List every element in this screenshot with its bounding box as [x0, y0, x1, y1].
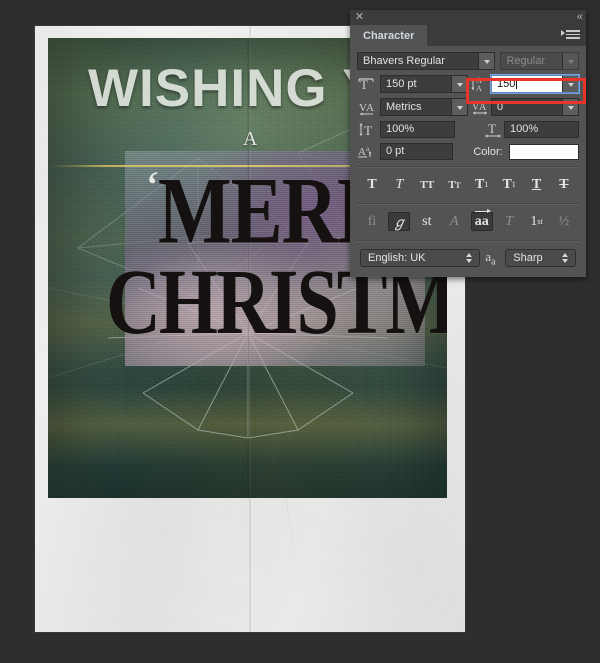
- swash-button[interactable]: A: [443, 212, 465, 231]
- vertical-scale-icon: T: [357, 122, 380, 137]
- svg-text:a: a: [366, 145, 370, 153]
- standard-ligatures-button[interactable]: fi: [361, 212, 383, 231]
- svg-text:A: A: [476, 84, 482, 92]
- discretionary-ligatures-button[interactable]: st: [416, 212, 438, 231]
- horizontal-scale-value[interactable]: 100%: [504, 121, 579, 138]
- size-leading-row: T 150 pt A A 150: [357, 74, 580, 94]
- font-size-combo[interactable]: 150 pt: [380, 75, 468, 93]
- font-style-value: Regular: [506, 55, 545, 67]
- kerning-icon: V A: [357, 100, 380, 115]
- stepper-arrows-icon[interactable]: [465, 252, 473, 264]
- artwork-article-text: A: [243, 128, 258, 150]
- panel-body: Bhavers Regular Regular T 150 pt A A 150…: [350, 46, 586, 277]
- superscript-button[interactable]: T1: [471, 175, 493, 194]
- ordinals-button[interactable]: 1st: [526, 212, 548, 231]
- subscript-button[interactable]: T1: [498, 175, 520, 194]
- character-panel[interactable]: ✕ « Character Bhavers Regular Regular T …: [350, 10, 586, 277]
- kerning-tracking-row: V A Metrics V A 0: [357, 98, 579, 116]
- antialias-icon: aa: [485, 249, 496, 268]
- type-style-buttons: T T TT TT T1 T1 T T: [357, 173, 579, 197]
- language-antialias-row: English: UK aa Sharp: [357, 247, 579, 270]
- collapse-panel-icon[interactable]: «: [577, 11, 583, 24]
- panel-menu-icon[interactable]: [561, 30, 580, 41]
- chevron-down-icon[interactable]: [451, 76, 467, 92]
- antialias-value: Sharp: [513, 252, 543, 265]
- leading-icon: A A: [468, 76, 491, 92]
- kerning-value: Metrics: [386, 101, 422, 113]
- fractions-button[interactable]: ½: [553, 212, 575, 231]
- kerning-combo[interactable]: Metrics: [380, 98, 468, 116]
- tracking-value: 0: [497, 101, 504, 113]
- svg-text:T: T: [488, 122, 496, 136]
- close-icon[interactable]: ✕: [354, 12, 365, 23]
- antialias-select[interactable]: Sharp: [505, 249, 577, 268]
- vertical-scale-value[interactable]: 100%: [380, 121, 455, 138]
- tabbar-empty-space: [427, 25, 586, 46]
- font-row: Bhavers Regular Regular: [357, 52, 579, 70]
- contextual-alternates-button[interactable]: ℊ: [388, 212, 411, 231]
- stylistic-alternates-button[interactable]: aa: [470, 208, 493, 231]
- divider: [357, 203, 579, 205]
- scale-row: T 100% T 100%: [357, 121, 579, 138]
- font-size-value: 150 pt: [386, 78, 417, 90]
- language-select[interactable]: English: UK: [360, 249, 480, 268]
- chevron-down-icon[interactable]: [562, 53, 578, 69]
- panel-titlebar[interactable]: ✕ «: [350, 10, 586, 25]
- font-style-combo[interactable]: Regular: [500, 52, 579, 70]
- leading-value[interactable]: 150: [492, 76, 562, 92]
- leading-combo[interactable]: 150: [490, 74, 580, 94]
- tracking-icon: V A: [468, 100, 491, 115]
- baseline-color-row: A a 0 pt Color:: [357, 143, 579, 160]
- chevron-down-icon[interactable]: [562, 99, 578, 115]
- font-family-combo[interactable]: Bhavers Regular: [357, 52, 496, 70]
- stepper-arrows-icon[interactable]: [562, 252, 569, 264]
- font-size-icon: T: [357, 77, 380, 91]
- baseline-shift-value[interactable]: 0 pt: [380, 143, 454, 160]
- small-caps-button[interactable]: TT: [443, 175, 465, 194]
- font-family-value: Bhavers Regular: [363, 55, 445, 67]
- chevron-down-icon[interactable]: [478, 53, 495, 69]
- chevron-down-icon[interactable]: [451, 99, 467, 115]
- all-caps-button[interactable]: TT: [416, 175, 438, 194]
- svg-text:T: T: [364, 123, 372, 137]
- svg-text:A: A: [479, 102, 487, 113]
- titling-alternates-button[interactable]: T: [498, 212, 520, 231]
- divider: [357, 166, 579, 168]
- language-value: English: UK: [368, 252, 426, 265]
- faux-bold-button[interactable]: T: [361, 175, 383, 194]
- opentype-buttons: fi ℊ st A aa T 1st ½: [357, 208, 579, 234]
- baseline-shift-icon: A a: [357, 144, 380, 159]
- divider: [357, 240, 579, 242]
- chevron-down-icon[interactable]: [562, 76, 578, 92]
- text-color-swatch[interactable]: [508, 143, 579, 160]
- panel-tabbar[interactable]: Character: [350, 25, 586, 46]
- faux-italic-button[interactable]: T: [388, 175, 410, 194]
- underline-button[interactable]: T: [526, 175, 548, 194]
- tracking-combo[interactable]: 0: [491, 98, 579, 116]
- tab-character[interactable]: Character: [350, 25, 428, 46]
- svg-text:A: A: [358, 146, 366, 158]
- strikethrough-button[interactable]: T: [553, 175, 575, 194]
- svg-text:A: A: [366, 102, 374, 114]
- color-label: Color:: [473, 145, 503, 158]
- horizontal-scale-icon: T: [481, 122, 504, 138]
